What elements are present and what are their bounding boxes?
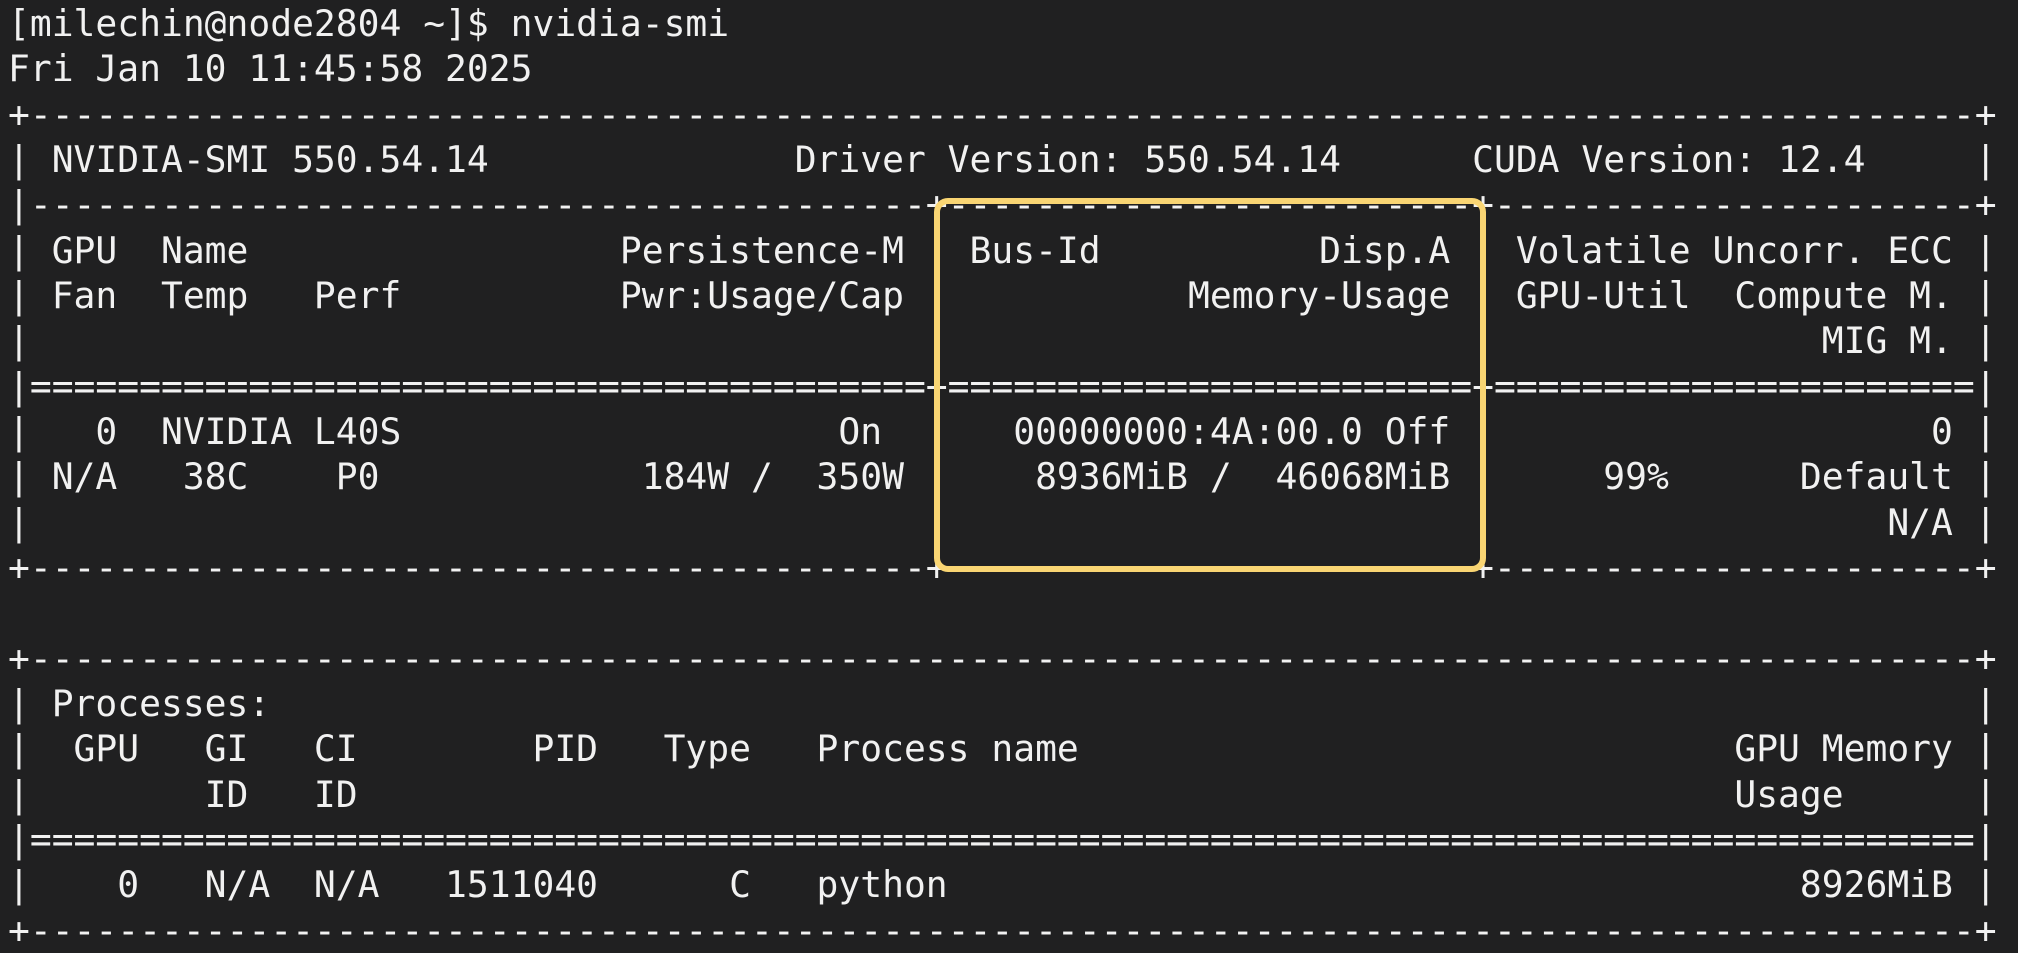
gpu-data-row-2: | N/A 38C P0 184W / 350W | 8936MiB / 460… xyxy=(8,454,2018,499)
gpu-table-divider: |=======================================… xyxy=(8,364,2018,409)
terminal-window[interactable]: [milechin@node2804 ~]$ nvidia-smi Fri Ja… xyxy=(0,0,2018,953)
processes-title-row: | Processes: | xyxy=(8,681,2018,726)
gpu-table-header-row-2: | Fan Temp Perf Pwr:Usage/Cap | Memory-U… xyxy=(8,273,2018,318)
gpu-table-header-row-1: | GPU Name Persistence-M | Bus-Id Disp.A… xyxy=(8,228,2018,273)
gpu-data-row-3: | | | N/A | xyxy=(8,500,2018,545)
process-table-divider: |=======================================… xyxy=(8,817,2018,862)
blank-line xyxy=(8,590,2018,635)
gpu-table-header-row-3: | | | MIG M. | xyxy=(8,318,2018,363)
timestamp-line: Fri Jan 10 11:45:58 2025 xyxy=(8,46,2018,91)
process-table-top-border: +---------------------------------------… xyxy=(8,636,2018,681)
gpu-data-row-1: | 0 NVIDIA L40S On | 00000000:4A:00.0 Of… xyxy=(8,409,2018,454)
process-header-row-2: | ID ID Usage | xyxy=(8,772,2018,817)
process-table-bottom-border: +---------------------------------------… xyxy=(8,908,2018,953)
smi-version-row: | NVIDIA-SMI 550.54.14 Driver Version: 5… xyxy=(8,137,2018,182)
process-data-row: | 0 N/A N/A 1511040 C python 8926MiB | xyxy=(8,862,2018,907)
gpu-table-top-border: +---------------------------------------… xyxy=(8,92,2018,137)
prompt-command-line: [milechin@node2804 ~]$ nvidia-smi xyxy=(8,1,2018,46)
gpu-table-header-separator: |---------------------------------------… xyxy=(8,182,2018,227)
gpu-table-bottom-border: +---------------------------------------… xyxy=(8,545,2018,590)
process-header-row-1: | GPU GI CI PID Type Process name GPU Me… xyxy=(8,726,2018,771)
